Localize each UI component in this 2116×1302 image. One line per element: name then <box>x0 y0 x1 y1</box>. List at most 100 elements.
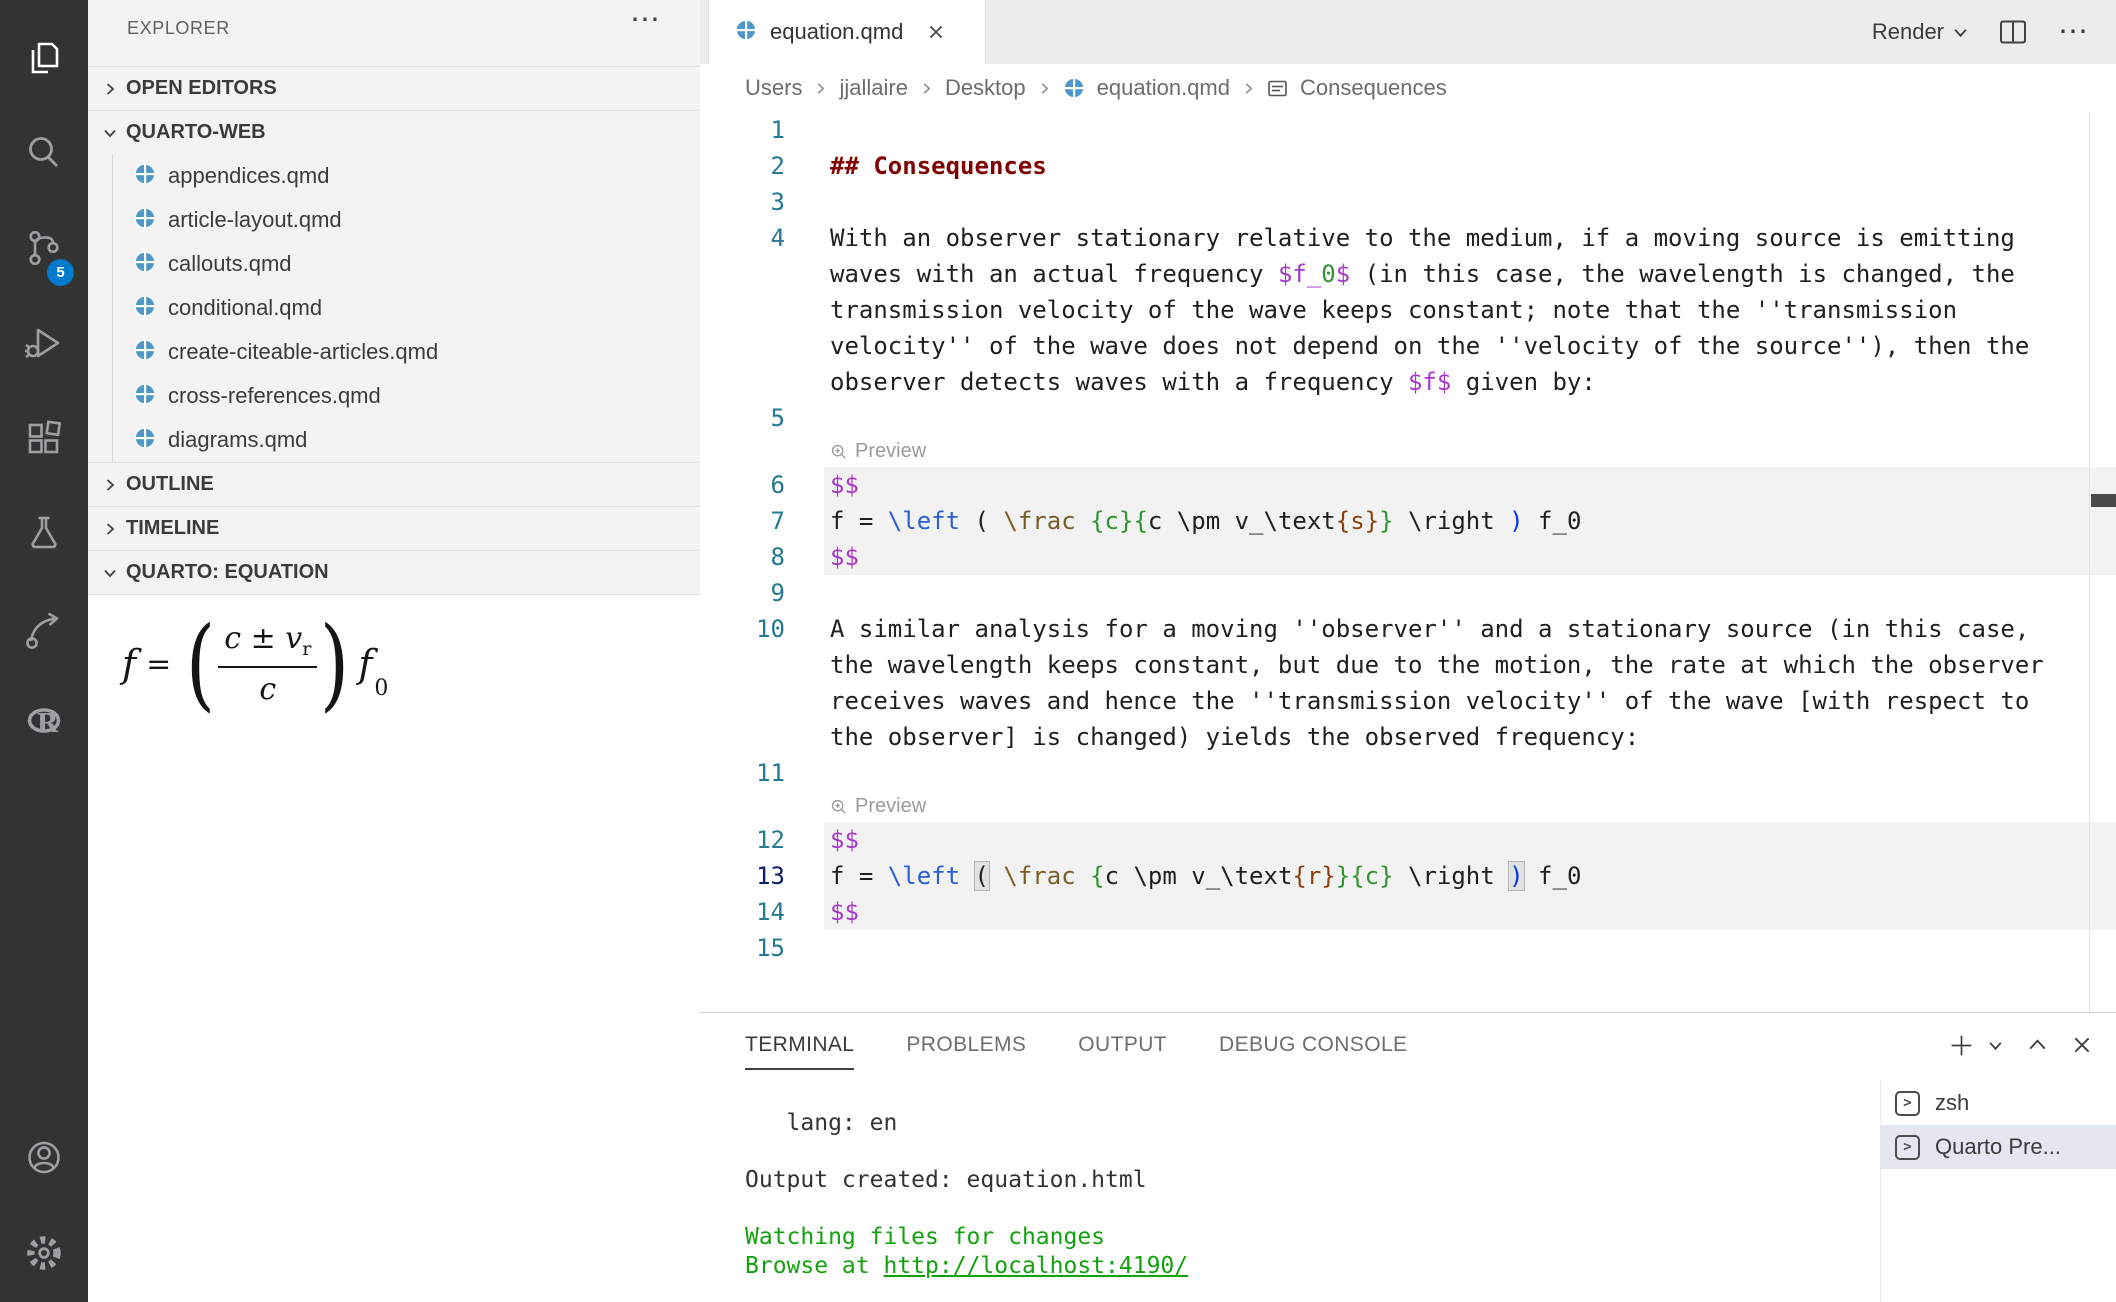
source-control-icon[interactable]: 5 <box>0 216 88 280</box>
breadcrumb-symbol[interactable]: Consequences <box>1300 75 1447 101</box>
code-line[interactable]: $$ <box>824 467 2116 503</box>
code-line[interactable]: $$ <box>824 822 2116 858</box>
codelens-preview-link[interactable]: Preview <box>824 791 2116 822</box>
code-line[interactable] <box>824 400 2116 436</box>
breadcrumb-file[interactable]: equation.qmd <box>1097 75 1230 101</box>
code-line[interactable] <box>824 184 2116 220</box>
code-row: receives waves and hence the ''transmiss… <box>700 683 2116 719</box>
search-icon[interactable] <box>0 121 88 185</box>
r-language-icon[interactable]: R <box>0 691 88 755</box>
extensions-icon[interactable] <box>0 406 88 470</box>
sidebar-more-actions-icon[interactable]: ⋯ <box>630 2 660 37</box>
file-item[interactable]: cross-references.qmd <box>88 374 700 418</box>
line-number: 9 <box>700 575 824 611</box>
terminal-dropdown-icon[interactable] <box>1988 1038 2003 1053</box>
render-button[interactable]: Render <box>1872 19 1968 45</box>
code-line[interactable] <box>824 755 2116 791</box>
breadcrumb-users[interactable]: Users <box>745 75 802 101</box>
section-symbol-icon <box>1267 78 1288 99</box>
file-item[interactable]: create-citeable-articles.qmd <box>88 330 700 374</box>
line-number <box>700 436 824 467</box>
chevron-right-icon <box>102 522 118 536</box>
tab-equation-qmd[interactable]: equation.qmd <box>708 0 986 64</box>
split-editor-icon[interactable] <box>1998 17 2028 47</box>
terminal-session-quarto-pre-[interactable]: >Quarto Pre... <box>1881 1125 2116 1169</box>
codelens-preview-link[interactable]: Preview <box>824 436 2116 467</box>
code-line[interactable]: f = \left ( \frac {c}{c \pm v_\text{s}} … <box>824 503 2116 539</box>
vscode-window: 5 R <box>0 0 2116 1302</box>
code-line[interactable]: f = \left ( \frac {c \pm v_\text{r}}{c} … <box>824 858 2116 894</box>
file-label: conditional.qmd <box>168 295 322 321</box>
editor-body[interactable]: 12## Consequences34With an observer stat… <box>700 112 2116 1012</box>
code-line[interactable]: observer detects waves with a frequency … <box>824 364 2116 400</box>
run-debug-icon[interactable] <box>0 311 88 375</box>
testing-flask-icon[interactable] <box>0 501 88 565</box>
code-line[interactable]: receives waves and hence the ''transmiss… <box>824 683 2116 719</box>
code-line[interactable]: ## Consequences <box>824 148 2116 184</box>
equation-fraction: c ± vr c <box>218 621 317 707</box>
code-row: 12$$ <box>700 822 2116 858</box>
session-label: Quarto Pre... <box>1935 1134 2061 1160</box>
code-row: 1 <box>700 112 2116 148</box>
indent-guide <box>112 154 113 462</box>
settings-gear-icon[interactable] <box>0 1221 88 1285</box>
breadcrumb-desktop[interactable]: Desktop <box>945 75 1026 101</box>
file-item[interactable]: diagrams.qmd <box>88 418 700 462</box>
section-timeline[interactable]: TIMELINE <box>88 506 700 550</box>
code-line[interactable]: With an observer stationary relative to … <box>824 220 2116 256</box>
panel-tab-problems[interactable]: PROBLEMS <box>906 1033 1026 1057</box>
account-icon[interactable] <box>0 1126 88 1190</box>
file-item[interactable]: article-layout.qmd <box>88 198 700 242</box>
code-line[interactable]: transmission velocity of the wave keeps … <box>824 292 2116 328</box>
overview-ruler-decoration[interactable] <box>2091 494 2116 507</box>
code-row: 10A similar analysis for a moving ''obse… <box>700 611 2116 647</box>
editor-group: equation.qmd Render ⋯ Users jjallaire De <box>700 0 2116 1302</box>
line-number: 7 <box>700 503 824 539</box>
line-number: 10 <box>700 611 824 647</box>
file-label: diagrams.qmd <box>168 427 307 453</box>
panel-tab-debug-console[interactable]: DEBUG CONSOLE <box>1219 1033 1407 1057</box>
code-line[interactable]: the wavelength keeps constant, but due t… <box>824 647 2116 683</box>
code-line[interactable]: waves with an actual frequency $f_0$ (in… <box>824 256 2116 292</box>
code-row: 7f = \left ( \frac {c}{c \pm v_\text{s}}… <box>700 503 2116 539</box>
file-item[interactable]: appendices.qmd <box>88 154 700 198</box>
code-line[interactable]: A similar analysis for a moving ''observ… <box>824 611 2116 647</box>
section-quarto-equation[interactable]: QUARTO: EQUATION <box>88 550 700 594</box>
maximize-panel-icon[interactable] <box>2027 1035 2048 1056</box>
terminal-session-zsh[interactable]: >zsh <box>1881 1081 2116 1125</box>
new-terminal-icon[interactable] <box>1949 1033 1974 1058</box>
chevron-right-icon <box>102 82 118 96</box>
line-number: 14 <box>700 894 824 930</box>
code-row: 11 <box>700 755 2116 791</box>
tab-close-icon[interactable] <box>927 23 945 41</box>
breadcrumb-jjallaire[interactable]: jjallaire <box>839 75 907 101</box>
sidebar-title: EXPLORER <box>127 18 230 39</box>
terminal-session-list: >zsh>Quarto Pre... <box>1881 1081 2116 1169</box>
code-line[interactable] <box>824 575 2116 611</box>
line-number: 6 <box>700 467 824 503</box>
code-line[interactable] <box>824 930 2116 966</box>
terminal-link[interactable]: http://localhost:4190/ <box>883 1253 1188 1279</box>
chevron-down-icon <box>102 126 118 140</box>
chevron-right-icon <box>102 478 118 492</box>
code-line[interactable]: $$ <box>824 894 2116 930</box>
chevron-right-icon <box>920 82 933 95</box>
panel-tab-terminal[interactable]: TERMINAL <box>745 1033 854 1057</box>
section-outline[interactable]: OUTLINE <box>88 462 700 506</box>
code-line[interactable] <box>824 112 2116 148</box>
section-quarto-web[interactable]: QUARTO-WEB <box>88 110 700 154</box>
section-open-editors[interactable]: OPEN EDITORS <box>88 66 700 110</box>
explorer-icon[interactable] <box>0 26 88 90</box>
code-row: 3 <box>700 184 2116 220</box>
file-item[interactable]: callouts.qmd <box>88 242 700 286</box>
file-label: create-citeable-articles.qmd <box>168 339 438 365</box>
code-line[interactable]: velocity'' of the wave does not depend o… <box>824 328 2116 364</box>
file-item[interactable]: conditional.qmd <box>88 286 700 330</box>
equation-factor: f <box>358 642 372 686</box>
close-panel-icon[interactable] <box>2072 1035 2092 1055</box>
line-number: 11 <box>700 755 824 791</box>
panel-tab-output[interactable]: OUTPUT <box>1078 1033 1167 1057</box>
code-line[interactable]: the observer] is changed) yields the obs… <box>824 719 2116 755</box>
code-line[interactable]: $$ <box>824 539 2116 575</box>
quarto-publish-icon[interactable] <box>0 596 88 660</box>
